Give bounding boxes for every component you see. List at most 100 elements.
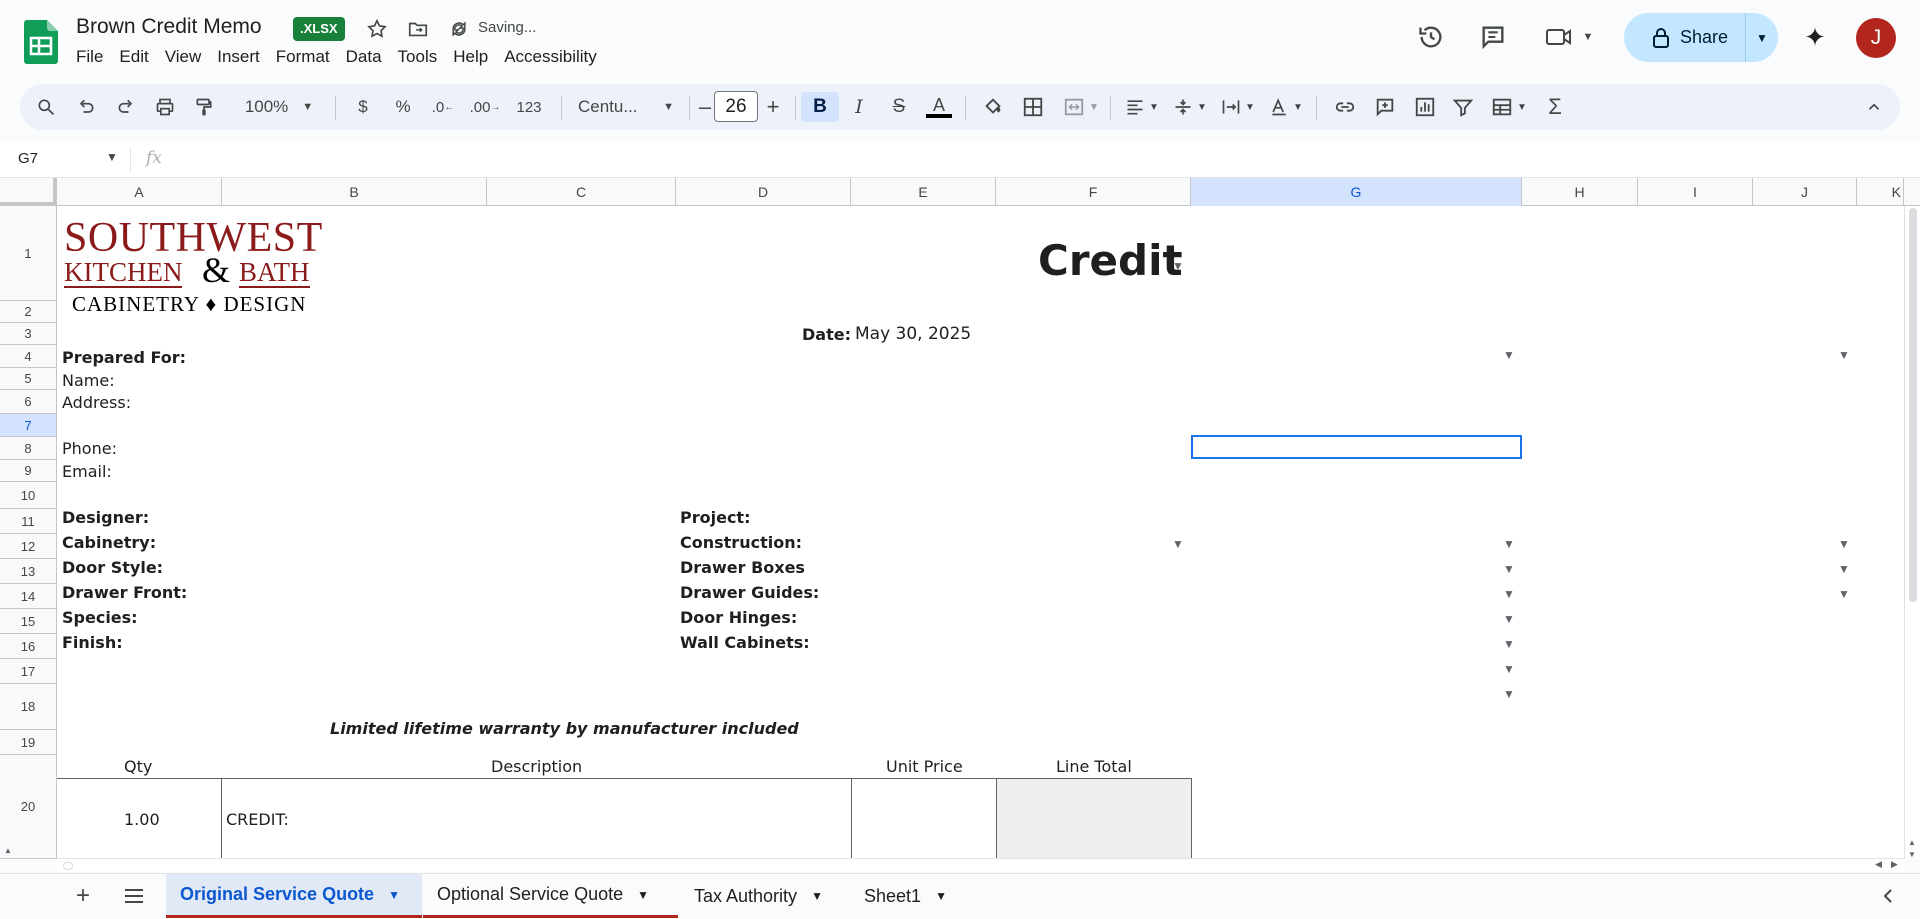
fill-color-icon[interactable] xyxy=(978,92,1008,122)
row-header-5[interactable]: 5 xyxy=(0,368,57,390)
menu-accessibility[interactable]: Accessibility xyxy=(496,46,605,70)
font-family-select[interactable]: Centu... ▼ xyxy=(570,92,682,122)
dropdown-chip-icon[interactable]: ▼ xyxy=(1503,662,1515,676)
column-header-c[interactable]: C xyxy=(487,178,676,206)
share-dropdown-icon[interactable]: ▼ xyxy=(1746,31,1778,45)
functions-icon[interactable]: Σ xyxy=(1540,92,1570,122)
star-icon[interactable] xyxy=(364,16,390,42)
tab-caret-icon[interactable]: ▼ xyxy=(935,889,947,903)
column-header-e[interactable]: E xyxy=(851,178,996,206)
insert-chart-icon[interactable] xyxy=(1410,92,1440,122)
all-sheets-icon[interactable] xyxy=(110,874,158,918)
tab-optional-service-quote[interactable]: Optional Service Quote ▼ xyxy=(423,874,678,918)
row-header-1[interactable]: 1 xyxy=(0,206,57,301)
menu-view[interactable]: View xyxy=(157,46,210,70)
menu-format[interactable]: Format xyxy=(268,46,338,70)
merge-cells-icon[interactable]: ▼ xyxy=(1058,92,1104,122)
title-dropdown-icon[interactable]: ▼ xyxy=(1172,259,1184,273)
tab-caret-icon[interactable]: ▼ xyxy=(388,888,400,902)
borders-icon[interactable] xyxy=(1018,92,1048,122)
dropdown-chip-icon[interactable]: ▼ xyxy=(1503,612,1515,626)
table-cell-description[interactable] xyxy=(221,778,852,859)
dropdown-chip-icon[interactable]: ▼ xyxy=(1503,537,1515,551)
column-header-b[interactable]: B xyxy=(222,178,487,206)
insert-comment-icon[interactable] xyxy=(1370,92,1400,122)
text-wrapping-icon[interactable]: ▼ xyxy=(1216,92,1260,122)
row-header-15[interactable]: 15 xyxy=(0,609,57,634)
scroll-up-icon[interactable]: ▲ xyxy=(1908,838,1916,847)
tab-caret-icon[interactable]: ▼ xyxy=(637,888,649,902)
row-header-20[interactable]: 20 xyxy=(0,755,57,859)
print-icon[interactable] xyxy=(151,92,179,122)
row-header-19[interactable]: 19 xyxy=(0,730,57,755)
dropdown-chip-icon[interactable]: ▼ xyxy=(1838,562,1850,576)
column-header-a[interactable]: A xyxy=(57,178,222,206)
text-rotation-icon[interactable]: ▼ xyxy=(1264,92,1308,122)
increase-decimal-button[interactable]: .00 → xyxy=(465,92,505,122)
font-size-input[interactable]: 26 xyxy=(714,91,758,122)
bold-button[interactable]: B xyxy=(801,92,839,122)
strikethrough-button[interactable]: S xyxy=(882,92,916,122)
table-view-icon[interactable]: ▼ xyxy=(1486,92,1532,122)
row-header-12[interactable]: 12 xyxy=(0,534,57,559)
filter-icon[interactable] xyxy=(1448,92,1478,122)
menu-tools[interactable]: Tools xyxy=(390,46,446,70)
date-value[interactable]: May 30, 2025 xyxy=(855,324,971,344)
column-header-f[interactable]: F xyxy=(996,178,1191,206)
redo-icon[interactable] xyxy=(112,92,140,122)
move-folder-icon[interactable] xyxy=(405,16,431,42)
share-button[interactable]: Share ▼ xyxy=(1624,13,1778,62)
currency-format-button[interactable]: $ xyxy=(350,92,376,122)
dropdown-chip-icon[interactable]: ▼ xyxy=(1503,348,1515,362)
tab-original-service-quote[interactable]: Original Service Quote ▼ xyxy=(166,874,422,918)
add-sheet-icon[interactable]: + xyxy=(62,874,104,918)
tab-caret-icon[interactable]: ▼ xyxy=(811,889,823,903)
row-header-7[interactable]: 7 xyxy=(0,414,57,437)
horizontal-align-icon[interactable]: ▼ xyxy=(1120,92,1164,122)
column-header-i[interactable]: I xyxy=(1638,178,1753,206)
insert-link-icon[interactable] xyxy=(1330,92,1360,122)
dropdown-chip-icon[interactable]: ▼ xyxy=(1503,687,1515,701)
row-header-17[interactable]: 17 xyxy=(0,659,57,684)
italic-button[interactable]: I xyxy=(842,92,876,122)
menu-insert[interactable]: Insert xyxy=(209,46,268,70)
avatar[interactable]: J xyxy=(1856,18,1896,58)
sheets-logo-icon[interactable] xyxy=(24,20,58,64)
horizontal-scrollbar[interactable]: ◀ ▶ xyxy=(57,858,1904,872)
selected-cell-g7[interactable] xyxy=(1191,435,1522,459)
column-header-g[interactable]: G xyxy=(1191,178,1522,206)
dropdown-chip-icon[interactable]: ▼ xyxy=(1503,637,1515,651)
more-formats-button[interactable]: 123 xyxy=(507,92,551,122)
row-header-13[interactable]: 13 xyxy=(0,559,57,584)
table-cell-line-total[interactable] xyxy=(996,778,1192,859)
row-header-18[interactable]: 18 xyxy=(0,684,57,730)
name-box-caret-icon[interactable]: ▼ xyxy=(106,150,118,164)
table-cell-unit-price[interactable] xyxy=(851,778,997,859)
document-title[interactable]: Brown Credit Memo xyxy=(76,15,262,39)
vertical-align-icon[interactable]: ▼ xyxy=(1168,92,1212,122)
column-header-d[interactable]: D xyxy=(676,178,851,206)
row-header-14[interactable]: 14 xyxy=(0,584,57,609)
row-header-8[interactable]: 8 xyxy=(0,437,57,460)
menu-data[interactable]: Data xyxy=(338,46,390,70)
undo-icon[interactable] xyxy=(72,92,100,122)
dropdown-chip-icon[interactable]: ▼ xyxy=(1172,537,1184,551)
row-header-4[interactable]: 4 xyxy=(0,345,57,368)
text-color-button[interactable]: A xyxy=(922,92,956,122)
percent-format-button[interactable]: % xyxy=(390,92,416,122)
meet-video-icon[interactable]: ▼ xyxy=(1538,20,1600,54)
scroll-right-icon[interactable]: ▶ xyxy=(1891,859,1898,870)
dropdown-chip-icon[interactable]: ▼ xyxy=(1503,587,1515,601)
column-header-j[interactable]: J xyxy=(1753,178,1857,206)
paint-format-icon[interactable] xyxy=(190,92,218,122)
menu-edit[interactable]: Edit xyxy=(111,46,156,70)
increase-font-size-button[interactable]: + xyxy=(760,92,786,122)
search-icon[interactable] xyxy=(32,92,60,122)
row-header-3[interactable]: 3 xyxy=(0,323,57,345)
gemini-sparkle-icon[interactable]: ✦ xyxy=(1800,20,1830,54)
scroll-down-icon[interactable]: ▼ xyxy=(1908,850,1916,859)
select-all-corner[interactable] xyxy=(0,178,57,206)
dropdown-chip-icon[interactable]: ▼ xyxy=(1838,587,1850,601)
dropdown-chip-icon[interactable]: ▼ xyxy=(1503,562,1515,576)
menu-file[interactable]: File xyxy=(68,46,111,70)
